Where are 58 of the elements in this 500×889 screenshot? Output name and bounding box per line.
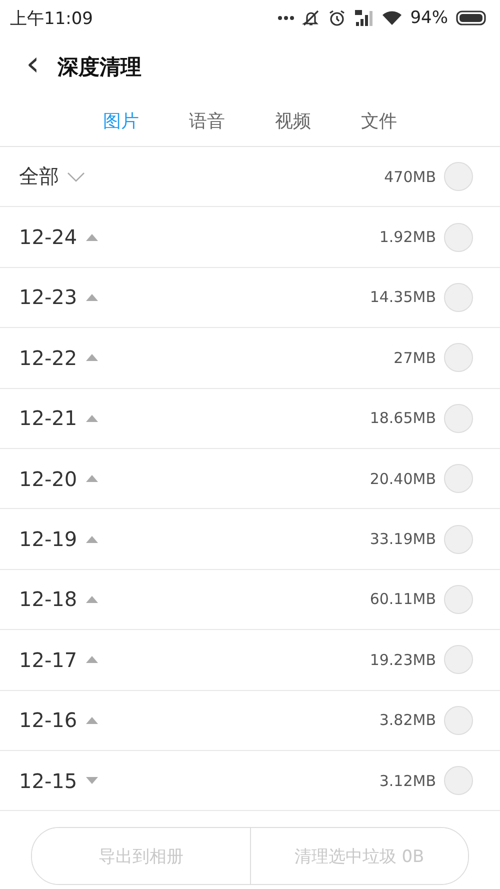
- select-checkbox[interactable]: [444, 222, 473, 252]
- triangle-up-icon[interactable]: [85, 716, 100, 725]
- size-label: 3.82MB: [379, 711, 436, 730]
- tab[interactable]: 语音: [187, 105, 227, 137]
- triangle-up-icon[interactable]: [85, 414, 100, 423]
- triangle-up-icon[interactable]: [85, 594, 100, 604]
- size-label: 18.65MB: [370, 409, 436, 428]
- select-checkbox[interactable]: [444, 706, 473, 735]
- triangle-up-icon[interactable]: [85, 474, 100, 484]
- size-label: 3.12MB: [379, 772, 436, 790]
- triangle-up-icon[interactable]: [85, 292, 100, 302]
- date-label: 12-17: [19, 648, 78, 672]
- select-checkbox[interactable]: [444, 766, 473, 796]
- tab[interactable]: 文件: [359, 105, 399, 137]
- select-checkbox[interactable]: [444, 645, 473, 674]
- date-label: 12-16: [19, 708, 78, 732]
- date-label: 12-15: [19, 768, 78, 793]
- chevron-down-icon[interactable]: [67, 172, 85, 182]
- back-button[interactable]: ‹: [22, 47, 44, 81]
- select-checkbox[interactable]: [444, 584, 473, 614]
- select-checkbox[interactable]: [444, 343, 473, 372]
- date-label: 12-21: [19, 406, 78, 430]
- page-title: 深度清理: [58, 54, 142, 81]
- tab[interactable]: 视频: [273, 105, 313, 137]
- size-label: 33.19MB: [370, 530, 436, 548]
- size-label: 19.23MB: [370, 650, 436, 669]
- triangle-up-icon[interactable]: [85, 534, 100, 544]
- date-label: 12-18: [19, 587, 78, 612]
- size-label: 1.92MB: [379, 228, 436, 246]
- size-label: 470MB: [384, 168, 436, 186]
- triangle-down-icon[interactable]: [85, 776, 100, 786]
- select-checkbox[interactable]: [444, 162, 473, 192]
- size-label: 20.40MB: [370, 470, 436, 488]
- date-label: 12-19: [19, 527, 78, 552]
- size-label: 27MB: [394, 348, 436, 367]
- date-label: 12-23: [19, 285, 78, 310]
- alarm-icon: [328, 9, 346, 27]
- date-label: 12-20: [19, 466, 78, 491]
- battery-percent: 94%: [410, 8, 448, 28]
- signal-icon: [354, 9, 374, 27]
- triangle-up-icon[interactable]: [85, 655, 100, 664]
- muted-bell-icon: [302, 9, 320, 27]
- select-checkbox[interactable]: [444, 282, 473, 312]
- select-checkbox[interactable]: [444, 524, 473, 554]
- triangle-up-icon[interactable]: [85, 353, 100, 362]
- date-label: 12-22: [19, 346, 78, 370]
- date-label: 12-24: [19, 225, 78, 250]
- more-notifications-icon: [278, 15, 294, 21]
- triangle-up-icon[interactable]: [85, 232, 100, 242]
- status-time: 上午11:09: [10, 8, 93, 30]
- select-checkbox[interactable]: [444, 464, 473, 494]
- wifi-icon: [382, 10, 402, 26]
- select-checkbox[interactable]: [444, 404, 473, 433]
- battery-icon: [456, 10, 488, 26]
- size-label: 14.35MB: [370, 288, 436, 306]
- tab[interactable]: 图片: [101, 105, 141, 137]
- size-label: 60.11MB: [370, 590, 436, 608]
- category-label: 全部: [19, 163, 59, 190]
